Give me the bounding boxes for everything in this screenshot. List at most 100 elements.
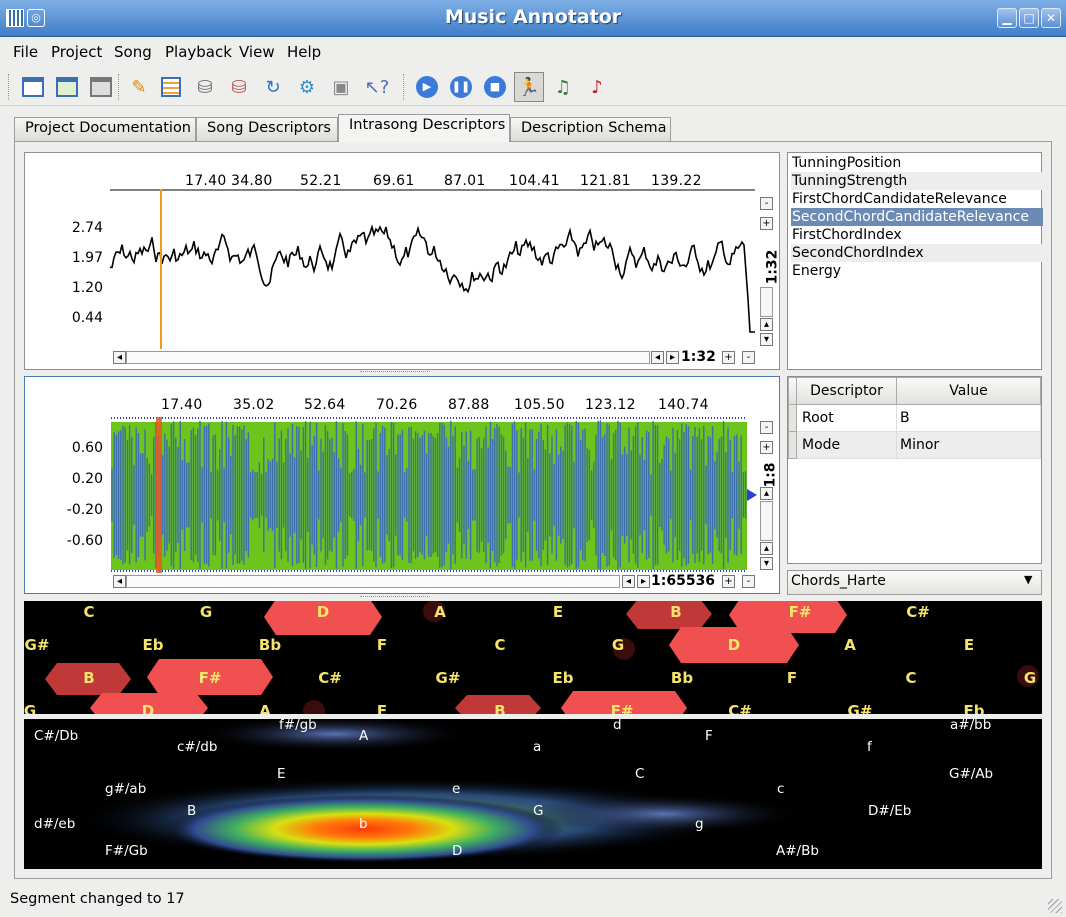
h-zoom-in-button[interactable]: +	[722, 575, 735, 588]
y-tick: 0.60	[71, 440, 103, 456]
keyspace-label: a	[533, 739, 542, 755]
menu-song[interactable]: Song	[114, 43, 152, 61]
column-header-descriptor[interactable]: Descriptor	[796, 377, 897, 405]
scroll-left-button[interactable]: ◂	[113, 351, 126, 364]
save-icon[interactable]: ▣	[326, 72, 356, 102]
v-zoom-in-button[interactable]: +	[760, 441, 773, 454]
tab-project-documentation[interactable]: Project Documentation	[14, 117, 196, 141]
menu-playback[interactable]: Playback	[165, 43, 232, 61]
table-cell[interactable]: Mode	[796, 431, 897, 459]
pause-icon[interactable]: ❚❚	[446, 72, 476, 102]
value-table[interactable]: Descriptor Value Root B Mode Minor	[787, 376, 1042, 564]
scroll-right-button[interactable]: ▸	[666, 351, 679, 364]
tonnetz-note: F	[786, 669, 798, 687]
minimize-button[interactable]: ▁	[997, 8, 1017, 28]
tab-description-schema[interactable]: Description Schema	[510, 117, 671, 141]
tonnetz-note: E	[376, 702, 388, 714]
playhead[interactable]	[156, 417, 162, 573]
h-zoom-out-button[interactable]: -	[742, 351, 755, 364]
splitter-handle[interactable]	[360, 596, 430, 599]
row-header[interactable]	[788, 431, 797, 459]
row-header[interactable]	[788, 404, 797, 432]
scroll-down-button[interactable]: ▾	[760, 333, 773, 346]
vertical-scrollbar[interactable]	[760, 287, 773, 317]
settings-icon[interactable]: ⚙	[292, 72, 322, 102]
scroll-down-button[interactable]: ▾	[760, 557, 773, 570]
tonnetz-note: G#	[847, 702, 873, 714]
annotate-icon[interactable]: ♪	[582, 72, 612, 102]
keyspace-label: B	[187, 803, 197, 819]
whats-this-icon[interactable]: ↖?	[362, 72, 392, 102]
resize-grip[interactable]	[1048, 899, 1062, 913]
v-zoom-out-button[interactable]: -	[760, 421, 773, 434]
y-tick: 0.20	[71, 471, 103, 487]
maximize-button[interactable]: □	[1019, 8, 1039, 28]
edit-icon[interactable]: ✎	[124, 72, 154, 102]
y-tick: 2.74	[71, 220, 103, 236]
keyspace-labels: f#/gb d a#/bb C#/Db c#/db Aa Ff E C G#/Ab g#/ab e c B…	[24, 719, 1042, 869]
list-item[interactable]: Energy	[791, 262, 1043, 280]
keyspace-label: e	[452, 781, 461, 797]
h-zoom-in-button[interactable]: +	[722, 351, 735, 364]
keyspace-view[interactable]: f#/gb d a#/bb C#/Db c#/db Aa Ff E C G#/Ab g#/ab e c B…	[24, 719, 1042, 869]
column-header-value[interactable]: Value	[896, 377, 1041, 405]
list-item[interactable]: FirstChordCandidateRelevance	[791, 190, 1043, 208]
menu-file[interactable]: File	[13, 43, 38, 61]
menu-project[interactable]: Project	[51, 43, 102, 61]
list-item[interactable]: SecondChordIndex	[791, 244, 1043, 262]
add-database-icon[interactable]: ⛁	[190, 72, 220, 102]
table-cell[interactable]: Minor	[896, 431, 1041, 459]
horizontal-scrollbar[interactable]	[126, 575, 620, 588]
keyspace-label: A#/Bb	[776, 843, 819, 859]
vertical-scrollbar[interactable]	[760, 501, 773, 541]
table-cell[interactable]: B	[896, 404, 1041, 432]
x-tick: 17.40	[161, 397, 203, 413]
scroll-up-button[interactable]: ▴	[760, 318, 773, 331]
schema-select[interactable]: Chords_Harte ▼	[787, 570, 1042, 595]
menu-view[interactable]: View	[239, 43, 275, 61]
menu-help[interactable]: Help	[287, 43, 321, 61]
v-zoom-in-button[interactable]: +	[760, 217, 773, 230]
list-item[interactable]: TunningStrength	[791, 172, 1043, 190]
splitter-handle[interactable]	[360, 371, 430, 374]
scroll-up-button-2[interactable]: ▴	[760, 542, 773, 555]
open-project-icon[interactable]	[52, 72, 82, 102]
waveform-plot[interactable]: 17.40 35.02 52.64 70.26 87.88 105.50 123…	[24, 376, 780, 594]
h-zoom-out-button[interactable]: -	[742, 575, 755, 588]
table-cell[interactable]: Root	[796, 404, 897, 432]
tonnetz-view[interactable]: C G D A E B F# C# G# Eb Bb F C G D A E B F# C# G# Eb Bb F C G G D A E…	[24, 601, 1042, 714]
horizontal-scrollbar[interactable]	[126, 351, 650, 364]
new-project-icon[interactable]	[18, 72, 48, 102]
scroll-up-button[interactable]: ▴	[760, 487, 773, 500]
descriptor-plot[interactable]: 17.40 34.80 52.21 69.61 87.01 104.41 121…	[24, 152, 780, 370]
tonnetz-note: F#	[198, 669, 222, 687]
database-icon[interactable]: ⛁	[224, 72, 254, 102]
follow-icon[interactable]: 🏃	[514, 72, 544, 102]
toolbar-handle[interactable]	[8, 74, 10, 100]
song-icon[interactable]: ♫	[548, 72, 578, 102]
list-item[interactable]: TunningPosition	[791, 154, 1043, 172]
tab-song-descriptors[interactable]: Song Descriptors	[196, 117, 338, 141]
tonnetz-note: B	[83, 669, 95, 687]
save-project-icon[interactable]	[86, 72, 116, 102]
tonnetz-note: C	[83, 603, 95, 621]
toolbar: ✎ ⛁ ⛁ ↻ ⚙ ▣ ↖? ▶ ❚❚ ■ 🏃 ♫ ♪	[0, 68, 1066, 106]
play-icon[interactable]: ▶	[412, 72, 442, 102]
list-item-selected[interactable]: SecondChordCandidateRelevance	[791, 208, 1043, 226]
scroll-right-button[interactable]: ▸	[637, 575, 650, 588]
close-button[interactable]: ✕	[1041, 8, 1061, 28]
scroll-left-button-2[interactable]: ◂	[651, 351, 664, 364]
refresh-icon[interactable]: ↻	[258, 72, 288, 102]
scroll-left-button[interactable]: ◂	[113, 575, 126, 588]
properties-icon[interactable]	[156, 72, 186, 102]
descriptor-list[interactable]: TunningPosition TunningStrength FirstCho…	[787, 152, 1043, 370]
toolbar-handle-2[interactable]	[403, 74, 405, 100]
v-zoom-out-button[interactable]: -	[760, 197, 773, 210]
h-zoom-label: 1:65536	[651, 573, 716, 589]
scroll-left-button-2[interactable]: ◂	[622, 575, 635, 588]
tab-intrasong-descriptors[interactable]: Intrasong Descriptors	[338, 114, 510, 142]
x-tick: 123.12	[585, 397, 636, 413]
tonnetz-note: C	[905, 669, 917, 687]
list-item[interactable]: FirstChordIndex	[791, 226, 1043, 244]
stop-icon[interactable]: ■	[480, 72, 510, 102]
